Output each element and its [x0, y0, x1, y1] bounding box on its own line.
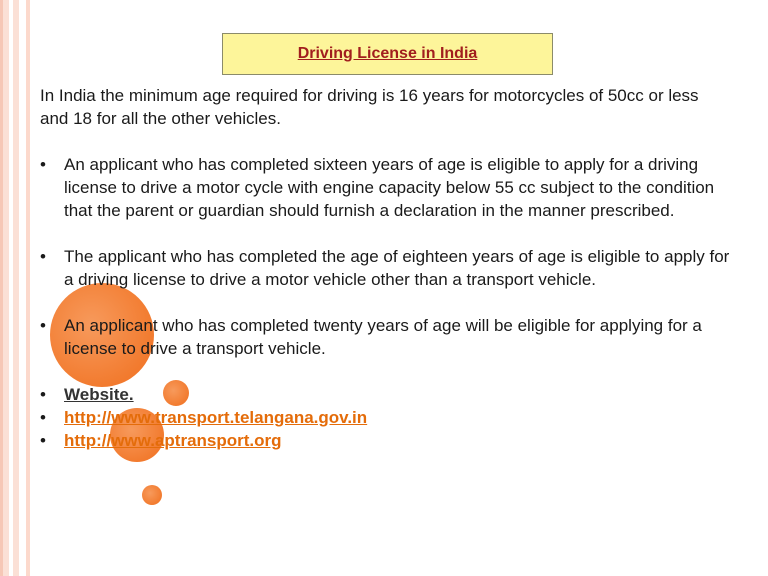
decorative-band — [26, 0, 30, 576]
bullet-icon: • — [40, 316, 46, 335]
bullet-icon: • — [40, 431, 46, 450]
slide: Driving License in India In India the mi… — [0, 0, 768, 576]
slide-title: Driving License in India — [297, 45, 478, 62]
telangana-transport-link[interactable]: http://www.transport.telangana.gov.in — [64, 408, 367, 427]
decorative-circle-tiny — [142, 485, 162, 505]
bullet-icon: • — [40, 408, 46, 427]
bullet-item: • http://www.transport.telangana.gov.in — [40, 406, 730, 429]
bullet-text: An applicant who has completed twenty ye… — [64, 316, 702, 358]
bullet-item: • Website. — [40, 383, 730, 406]
bullet-text: An applicant who has completed sixteen y… — [64, 155, 715, 220]
bullet-item: • An applicant who has completed sixteen… — [40, 153, 730, 222]
bullet-item: • The applicant who has completed the ag… — [40, 245, 730, 291]
decorative-band — [0, 0, 3, 576]
intro-paragraph: In India the minimum age required for dr… — [40, 86, 699, 128]
bullet-text: The applicant who has completed the age … — [64, 247, 730, 289]
bullet-item: • http://www.aptransport.org — [40, 429, 730, 452]
bullet-icon: • — [40, 385, 46, 404]
bullet-list: • An applicant who has completed sixteen… — [40, 153, 730, 452]
bullet-icon: • — [40, 247, 46, 266]
bullet-icon: • — [40, 155, 46, 174]
ap-transport-link[interactable]: http://www.aptransport.org — [64, 431, 282, 450]
title-box: Driving License in India — [222, 33, 553, 75]
slide-content: In India the minimum age required for dr… — [40, 84, 730, 452]
bullet-item: • An applicant who has completed twenty … — [40, 314, 730, 360]
website-heading-link[interactable]: Website. — [64, 385, 134, 404]
decorative-band — [13, 0, 19, 576]
